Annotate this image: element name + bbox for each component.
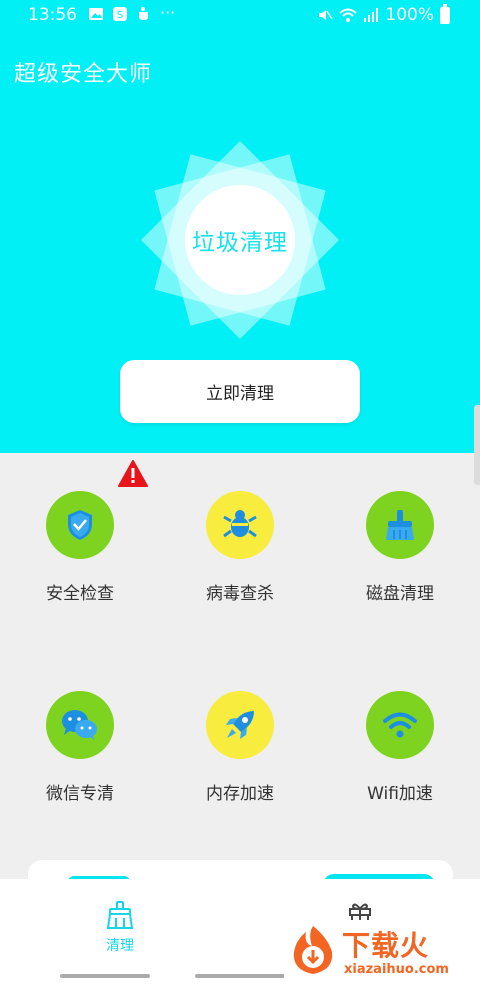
app-title: 超级安全大师	[14, 62, 153, 87]
feature-wifi-boost[interactable]: Wifi加速	[320, 691, 480, 831]
app-icon: S	[113, 7, 127, 21]
rocket-icon	[226, 711, 254, 739]
hero-section: 13:56 S ··· 100% 超级安全大师 垃圾清理 立即清理	[0, 0, 480, 453]
tab-clean[interactable]: 清理	[70, 901, 170, 955]
feature-virus-scan[interactable]: 病毒查杀	[160, 491, 320, 631]
svg-text:S: S	[117, 10, 123, 21]
status-right-icons: 100%	[317, 3, 450, 25]
edge-panel-handle[interactable]	[474, 405, 480, 485]
nav-gesture-left[interactable]	[60, 974, 150, 978]
nav-gesture-home[interactable]	[195, 974, 285, 978]
wifi-boost-circle	[366, 691, 434, 759]
battery-percent: 100%	[385, 5, 434, 25]
wifi-icon	[383, 712, 417, 738]
mute-icon	[319, 10, 334, 20]
clean-now-button[interactable]: 立即清理	[120, 360, 360, 423]
broom-tab-icon	[106, 901, 134, 929]
feature-label: Wifi加速	[367, 784, 433, 804]
gallery-icon	[89, 8, 103, 20]
shield-check-icon	[68, 510, 92, 540]
status-bar: 13:56 S ··· 100%	[0, 0, 480, 32]
feature-disk-clean[interactable]: 磁盘清理	[320, 491, 480, 631]
feature-memory-boost[interactable]: 内存加速	[160, 691, 320, 831]
junk-clean-badge[interactable]: 垃圾清理	[140, 140, 340, 340]
feature-label: 安全检查	[46, 584, 114, 604]
junk-clean-label: 垃圾清理	[185, 185, 295, 295]
wechat-clean-circle	[46, 691, 114, 759]
feature-label: 微信专清	[46, 784, 114, 804]
tab-label: 清理	[106, 938, 134, 954]
status-time: 13:56	[28, 5, 77, 25]
wifi-icon	[339, 8, 358, 22]
virus-scan-circle	[206, 491, 274, 559]
feature-label: 磁盘清理	[366, 584, 434, 604]
watermark: 下载火 xiazaihuo.com	[284, 920, 480, 987]
signal-icon	[364, 8, 379, 22]
feature-label: 内存加速	[206, 784, 274, 804]
wechat-icon	[62, 710, 97, 740]
watermark-url: xiazaihuo.com	[344, 962, 449, 977]
cup-icon	[139, 7, 148, 20]
security-check-circle	[46, 491, 114, 559]
bug-icon	[223, 510, 257, 538]
warning-icon	[118, 460, 148, 487]
more-dots-icon: ···	[160, 3, 176, 22]
battery-icon	[440, 3, 450, 24]
watermark-brand: 下载火	[342, 929, 430, 962]
feature-wechat-clean[interactable]: 微信专清	[0, 691, 160, 831]
memory-boost-circle	[206, 691, 274, 759]
flame-logo-icon	[293, 926, 333, 974]
disk-clean-circle	[366, 491, 434, 559]
feature-security-check[interactable]: 安全检查	[0, 491, 160, 631]
broom-icon	[386, 510, 414, 540]
status-left-icons: S ···	[88, 3, 176, 22]
feature-label: 病毒查杀	[206, 584, 274, 604]
